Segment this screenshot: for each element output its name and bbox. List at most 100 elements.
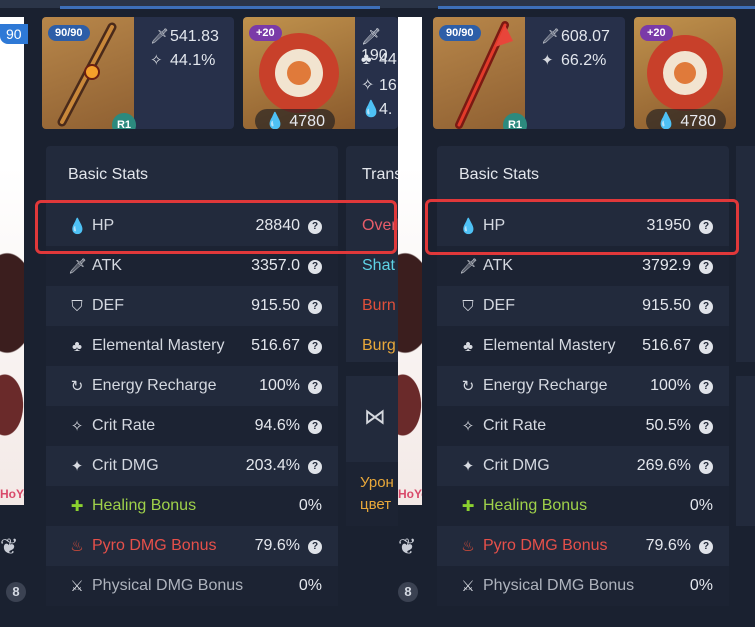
artifact-level-badge: +20 <box>640 25 673 41</box>
stat-value: 100% <box>650 377 691 394</box>
mastery-icon: ♣ <box>361 51 372 68</box>
help-icon[interactable]: ? <box>308 420 322 434</box>
stat-label: Elemental Mastery <box>92 337 225 354</box>
crit-dmg-icon: ✦ <box>461 458 475 475</box>
stat-label: DEF <box>483 297 515 314</box>
mastery-icon: ♣ <box>72 338 82 355</box>
help-icon[interactable]: ? <box>308 380 322 394</box>
physical-icon: ⚔ <box>70 578 84 595</box>
stat-label: Physical DMG Bonus <box>92 577 244 594</box>
butterfly-icon: ⋈ <box>364 404 386 429</box>
healing-cross-icon: ✚ <box>70 498 84 515</box>
brand-text: HoYo <box>0 487 24 501</box>
set-bonus-text-1: Урон <box>360 474 394 491</box>
artifact-level-badge: +20 <box>249 25 282 41</box>
stat-value: 50.5% <box>645 417 691 434</box>
set-bonus-text-2: цвет <box>360 496 392 513</box>
character-level-badge: 90 <box>0 24 28 44</box>
artifact-card-left[interactable]: +20 💧 4780 🗡190 ♣ 44 ✧ 16 💧4. <box>243 17 398 129</box>
stat-value: 0% <box>298 577 322 594</box>
stat-row-healing: ✚ Healing Bonus 0% <box>46 486 338 526</box>
artifact-hp: 💧 4780 <box>255 109 335 129</box>
weapon-level-badge: 90/90 <box>48 25 90 41</box>
physical-icon: ⚔ <box>461 578 475 595</box>
help-icon[interactable]: ? <box>308 260 322 274</box>
stat-label: Pyro DMG Bonus <box>92 537 217 554</box>
stat-value: 100% <box>259 377 300 394</box>
crit-rate-icon: ✧ <box>361 77 375 94</box>
stat-label: Pyro DMG Bonus <box>483 537 608 554</box>
character-art-left: HoYo <box>0 17 24 505</box>
stat-row-em: ♣ Elemental Mastery 516.67 ? <box>437 326 729 366</box>
panel-title: Basic Stats <box>68 166 149 183</box>
weapon-card-right[interactable]: 90/90 R1 🗡608.07 ✦ 66.2% <box>433 17 625 129</box>
weapon-atk: 🗡541.83 <box>150 28 219 45</box>
artifact-card-right[interactable]: +20 💧 4780 <box>634 17 736 129</box>
reaction-burning: Burn <box>362 297 396 314</box>
stat-value: 0% <box>689 497 713 514</box>
artifact-hp: 💧 4780 <box>646 109 726 129</box>
top-bar-right <box>398 0 755 9</box>
stat-row-crit-rate: ✧ Crit Rate 50.5% ? <box>437 406 729 446</box>
crit-dmg-icon: ✦ <box>70 458 84 475</box>
help-icon[interactable]: ? <box>699 380 713 394</box>
stat-row-physical: ⚔ Physical DMG Bonus 0% <box>437 566 729 606</box>
stat-label: Healing Bonus <box>483 497 588 514</box>
weapon-substat: ✧ 44.1% <box>150 52 216 69</box>
stat-value: 94.6% <box>254 417 300 434</box>
stat-row-physical: ⚔ Physical DMG Bonus 0% <box>46 566 338 606</box>
crit-dmg-icon: ✦ <box>541 52 554 69</box>
stat-row-em: ♣ Elemental Mastery 516.67 ? <box>46 326 338 366</box>
stat-label: Crit Rate <box>483 417 547 434</box>
sword-icon: 🗡 <box>459 258 479 275</box>
right-cut-panel-2 <box>736 376 755 526</box>
crit-rate-icon: ✧ <box>70 418 84 435</box>
stat-row-pyro: ♨ Pyro DMG Bonus 79.6% ? <box>437 526 729 566</box>
help-icon[interactable]: ? <box>699 460 713 474</box>
pyro-icon: ♨ <box>70 538 84 555</box>
sword-icon: 🗡 <box>150 28 170 45</box>
stat-label: ATK <box>92 257 122 274</box>
hp-highlight-left <box>35 200 397 254</box>
help-icon[interactable]: ? <box>699 540 713 554</box>
weapon-substat: ✦ 66.2% <box>541 52 607 69</box>
reaction-shattered: Shat <box>362 257 395 274</box>
weapon-level-badge: 90/90 <box>439 25 481 41</box>
help-icon[interactable]: ? <box>308 340 322 354</box>
help-icon[interactable]: ? <box>308 300 322 314</box>
stat-value: 915.50 <box>642 297 691 314</box>
help-icon[interactable]: ? <box>699 340 713 354</box>
sword-icon: 🗡 <box>361 29 382 46</box>
stat-label: Healing Bonus <box>92 497 197 514</box>
shield-icon: ⛉ <box>71 298 83 315</box>
stat-label: Crit DMG <box>92 457 159 474</box>
artifact-stat-2: ♣ 44 <box>361 51 397 68</box>
stat-value: 0% <box>689 577 713 594</box>
help-icon[interactable]: ? <box>699 420 713 434</box>
sword-icon: 🗡 <box>541 28 561 45</box>
weapon-card-left[interactable]: 90/90 R1 🗡541.83 ✧ 44.1% <box>42 17 234 129</box>
stat-value: 0% <box>298 497 322 514</box>
stat-value: 79.6% <box>254 537 300 554</box>
help-icon[interactable]: ? <box>308 460 322 474</box>
stat-label: Crit DMG <box>483 457 550 474</box>
stat-label: Elemental Mastery <box>483 337 616 354</box>
help-icon[interactable]: ? <box>308 540 322 554</box>
help-icon[interactable]: ? <box>699 260 713 274</box>
recharge-icon: ↻ <box>70 378 84 395</box>
stat-value: 79.6% <box>645 537 691 554</box>
stat-value: 516.67 <box>642 337 691 354</box>
stat-value: 3357.0 <box>251 257 300 274</box>
stat-label: ATK <box>483 257 513 274</box>
stat-row-crit-rate: ✧ Crit Rate 94.6% ? <box>46 406 338 446</box>
artifact-stat-4: 💧4. <box>361 101 393 118</box>
healing-cross-icon: ✚ <box>461 498 475 515</box>
character-art-right: HoYo <box>398 17 422 505</box>
stat-label: Energy Recharge <box>483 377 608 394</box>
help-icon[interactable]: ? <box>699 300 713 314</box>
stat-row-healing: ✚ Healing Bonus 0% <box>437 486 729 526</box>
stat-row-def: ⛉ DEF 915.50 ? <box>46 286 338 326</box>
weapon-atk: 🗡608.07 <box>541 28 610 45</box>
reaction-burgeon: Burg <box>362 337 396 354</box>
stat-label: DEF <box>92 297 124 314</box>
